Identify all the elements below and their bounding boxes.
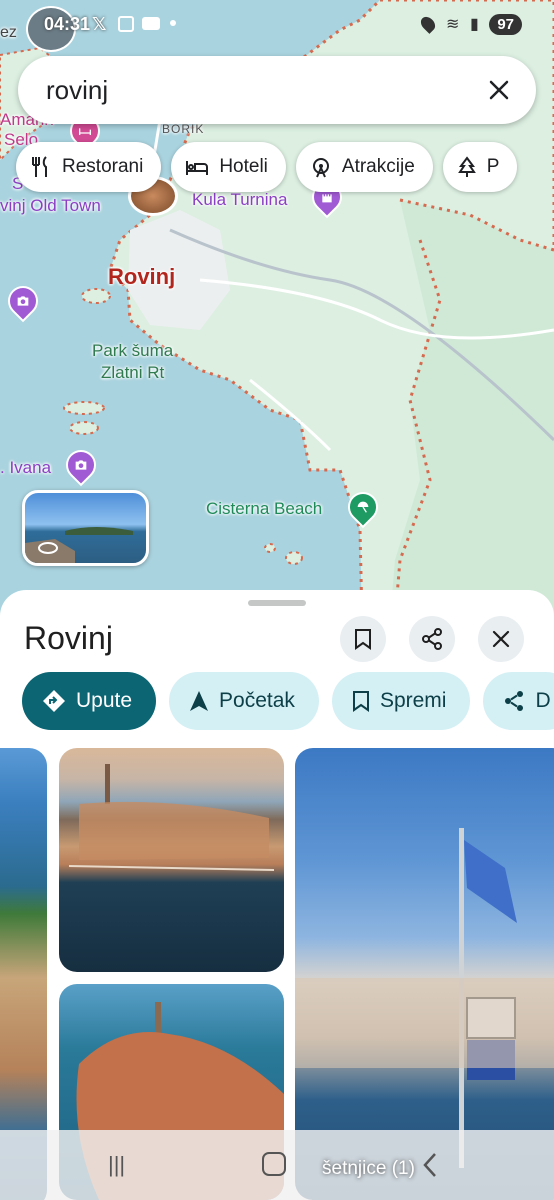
chip-label: P	[486, 156, 500, 177]
navigation-arrow-icon	[190, 691, 209, 711]
close-icon	[489, 80, 509, 100]
map-label-kula-turnina[interactable]: Kula Turnina	[192, 190, 287, 210]
save-action-button[interactable]: Spremi	[331, 672, 471, 730]
save-button[interactable]	[340, 616, 386, 662]
directions-icon	[43, 690, 65, 712]
x-app-icon: 𝕏	[92, 14, 107, 34]
action-buttons: Upute Početak Spremi D	[22, 672, 554, 730]
share-button[interactable]	[409, 616, 455, 662]
directions-button[interactable]: Upute	[22, 672, 157, 730]
status-bar: 04:31 𝕏 ≋ ▮ 97	[0, 0, 554, 52]
share-label: D	[535, 689, 551, 712]
map-label-ivana[interactable]: . Ivana	[0, 458, 51, 478]
screenshot-icon	[118, 16, 134, 32]
chip-restorani[interactable]: Restorani	[16, 142, 162, 192]
system-navigation-bar: ||| šetnjice (1)	[0, 1130, 554, 1200]
search-input[interactable]: rovinj	[46, 75, 474, 106]
fork-knife-icon	[32, 156, 47, 177]
map-label-rovinj[interactable]: Rovinj	[108, 264, 175, 290]
category-chips: Restorani Hoteli Atrakcije P	[16, 142, 518, 192]
start-button[interactable]: Početak	[169, 672, 319, 730]
photo-harbor-art	[68, 764, 275, 871]
rotate-360-icon	[38, 542, 58, 554]
map-label-old-town[interactable]: vinj Old Town	[0, 196, 101, 216]
chip-parkovi[interactable]: P	[442, 142, 518, 192]
back-button[interactable]	[422, 1152, 438, 1178]
home-button[interactable]	[262, 1152, 286, 1176]
chip-hoteli[interactable]: Hoteli	[171, 142, 286, 192]
bookmark-icon	[352, 691, 369, 712]
battery-indicator: 97	[489, 14, 522, 35]
place-sheet: Rovinj Upute Početak Spremi D ||| šetnji…	[0, 590, 554, 1200]
ferris-wheel-icon	[312, 158, 329, 178]
map-label-borik: BORIK	[162, 122, 205, 136]
save-label: Spremi	[379, 689, 447, 712]
signal-icon: ▮	[470, 16, 479, 33]
drag-handle[interactable]	[248, 600, 306, 606]
chip-atrakcije[interactable]: Atrakcije	[295, 142, 433, 192]
directions-label: Upute	[76, 689, 133, 712]
chip-label: Restorani	[62, 156, 144, 177]
tree-icon	[457, 156, 476, 177]
map-label-cisterna-beach[interactable]: Cisterna Beach	[206, 499, 322, 519]
photo-rovinj-harbor[interactable]	[59, 748, 284, 972]
location-icon	[418, 14, 438, 34]
start-label: Početak	[219, 689, 295, 712]
share-action-button[interactable]: D	[483, 672, 554, 730]
share-icon	[422, 628, 442, 650]
close-icon	[492, 630, 510, 648]
street-view-thumbnail[interactable]	[22, 490, 149, 566]
share-icon	[505, 691, 524, 711]
bookmark-icon	[355, 629, 371, 650]
recent-apps-button[interactable]: |||	[108, 1152, 125, 1178]
clear-search-button[interactable]	[474, 65, 524, 115]
more-notifications-icon	[170, 20, 176, 26]
chip-label: Atrakcije	[341, 156, 415, 177]
map-view[interactable]: Rovinj Park šuma Zlatni Rt Kula Turnina …	[0, 0, 554, 620]
status-time: 04:31	[44, 14, 91, 34]
place-title: Rovinj	[24, 620, 113, 656]
search-bar[interactable]: rovinj	[18, 56, 536, 124]
chip-label: Hoteli	[219, 156, 268, 177]
wifi-icon: ≋	[446, 16, 460, 33]
youtube-icon	[142, 17, 160, 30]
navigation-toast: šetnjice (1)	[322, 1158, 415, 1179]
close-sheet-button[interactable]	[478, 616, 524, 662]
map-label-park[interactable]: Park šuma Zlatni Rt	[92, 340, 173, 384]
bed-icon	[186, 161, 209, 175]
